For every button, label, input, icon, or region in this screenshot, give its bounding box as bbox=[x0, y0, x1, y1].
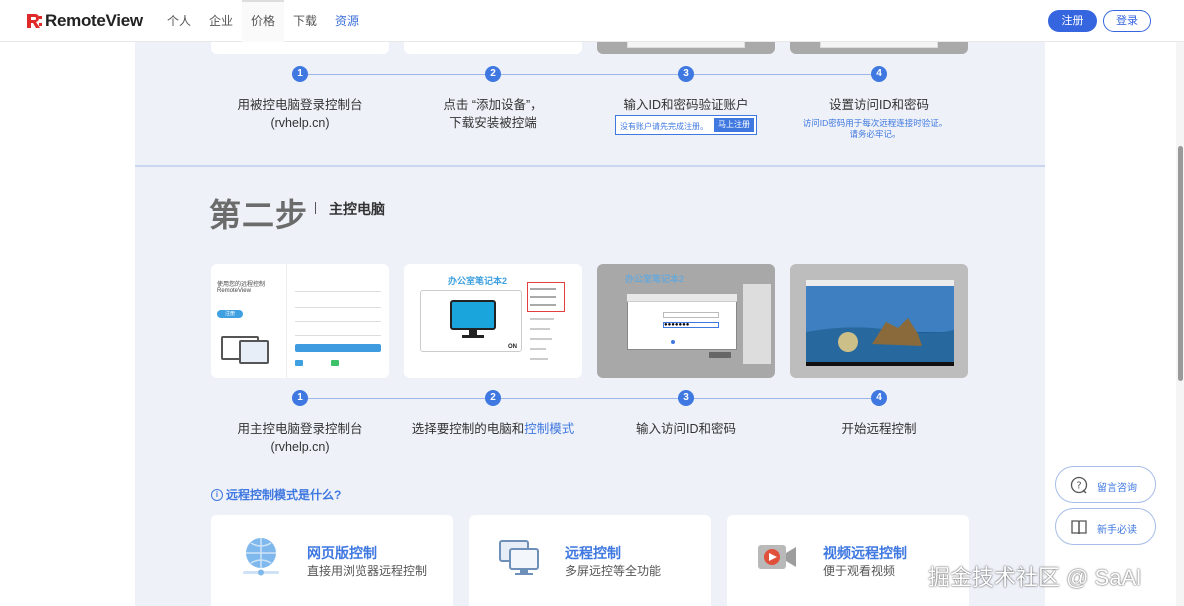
step1-num-3: 3 bbox=[678, 66, 694, 82]
multi-monitor-icon bbox=[499, 540, 539, 575]
mode-title-video: 视频远程控制 bbox=[823, 545, 907, 561]
register-button[interactable]: 注册 bbox=[1048, 10, 1097, 32]
consult-button[interactable]: ? 留言咨询 bbox=[1055, 466, 1156, 503]
nav-link-personal[interactable]: 个人 bbox=[158, 0, 200, 42]
remoteview-logo-icon bbox=[27, 14, 42, 28]
step1-num-1: 1 bbox=[292, 66, 308, 82]
step2-num-3: 3 bbox=[678, 390, 694, 406]
login-button[interactable]: 登录 bbox=[1103, 10, 1151, 32]
step1-num-2: 2 bbox=[485, 66, 501, 82]
step1-label-1: 用被控电脑登录控制台 (rvhelp.cn) bbox=[237, 98, 363, 130]
web-globe-icon bbox=[243, 538, 279, 576]
mode-desc-remote: 多屏远控等全功能 bbox=[565, 564, 662, 578]
register-hint-box: 没有账户请先完成注册。 马上注册 bbox=[615, 115, 757, 135]
control-mode-link[interactable]: 控制模式 bbox=[524, 422, 574, 436]
logo[interactable]: RemoteView bbox=[26, 11, 143, 31]
nav-link-enterprise[interactable]: 企业 bbox=[200, 0, 242, 42]
guide-button[interactable]: 新手必读 bbox=[1055, 508, 1156, 545]
screenshot-password: 办公室笔记本2 ●●●●●●● bbox=[597, 264, 775, 378]
screenshot-device: 办公室笔记本2 ON bbox=[404, 264, 582, 378]
register-now-button[interactable]: 马上注册 bbox=[714, 118, 754, 132]
step2-label-1: 用主控电脑登录控制台 (rvhelp.cn) bbox=[237, 422, 363, 454]
info-icon: i bbox=[211, 488, 223, 501]
step-track-2 bbox=[300, 398, 880, 399]
question-chat-icon: ? bbox=[1070, 476, 1088, 494]
top-nav: RemoteView 个人 企业 价格 下载 资源 注册 登录 bbox=[0, 0, 1184, 42]
step2-label-4: 开始远程控制 bbox=[841, 422, 917, 436]
password-hint-text: 访问ID密码用于每次远程连接时验证。 请务必牢记。 bbox=[802, 118, 948, 139]
step2-num-2: 2 bbox=[485, 390, 501, 406]
logo-text: RemoteView bbox=[45, 11, 143, 30]
step1-label-4: 设置访问ID和密码 bbox=[828, 98, 929, 112]
step-track-1 bbox=[300, 74, 880, 75]
watermark: 掘金技术社区 @ SaAl bbox=[928, 565, 1142, 590]
nav-link-resources[interactable]: 资源 bbox=[326, 0, 368, 42]
section2-title: 第二步 bbox=[209, 197, 309, 233]
mode-card-remote[interactable]: 远程控制 多屏远控等全功能 bbox=[469, 515, 711, 606]
step1-label-2: 点击 “添加设备”， 下载安装被控端 bbox=[443, 98, 543, 130]
register-hint-text: 没有账户请先完成注册。 bbox=[620, 122, 708, 131]
monitor-icon bbox=[450, 300, 496, 338]
nav-link-price[interactable]: 价格 bbox=[242, 0, 284, 42]
mode-desc-video: 便于观看视频 bbox=[823, 564, 896, 578]
video-camera-icon bbox=[758, 545, 796, 569]
step1-image-4 bbox=[790, 42, 968, 54]
remote-mode-heading[interactable]: i 远程控制模式是什么? bbox=[211, 486, 341, 503]
step2-num-1: 1 bbox=[292, 390, 308, 406]
mode-title-remote: 远程控制 bbox=[565, 545, 621, 561]
svg-text:?: ? bbox=[1076, 481, 1081, 492]
step1-label-3: 输入ID和密码验证账户 bbox=[623, 98, 749, 112]
mode-desc-web: 直接用浏览器远程控制 bbox=[307, 564, 428, 578]
step2-label-3: 输入访问ID和密码 bbox=[635, 422, 736, 436]
step1-image-3 bbox=[597, 42, 775, 54]
main-content: 1 2 3 4 用被控电脑登录控制台 (rvhelp.cn) 点击 “添加设备”，… bbox=[135, 42, 1045, 606]
scrollbar-thumb[interactable] bbox=[1178, 146, 1183, 381]
nav-links: 个人 企业 价格 下载 资源 bbox=[158, 0, 368, 42]
book-icon bbox=[1071, 520, 1087, 535]
section-divider bbox=[135, 165, 1045, 167]
step1-image-1 bbox=[211, 42, 389, 54]
step2-label-2: 选择要控制的电脑和控制模式 bbox=[411, 422, 575, 436]
step2-num-4: 4 bbox=[871, 390, 887, 406]
section2-subtitle: 主控电脑 bbox=[329, 201, 385, 217]
nav-link-download[interactable]: 下载 bbox=[284, 0, 326, 42]
mode-card-web[interactable]: 网页版控制 直接用浏览器远程控制 bbox=[211, 515, 453, 606]
mode-title-web: 网页版控制 bbox=[307, 545, 377, 561]
screenshot-login: 使用您的远程控制 RemoteView 注册 bbox=[211, 264, 389, 378]
step1-image-2 bbox=[404, 42, 582, 54]
step1-num-4: 4 bbox=[871, 66, 887, 82]
screenshot-desktop bbox=[790, 264, 968, 378]
title-separator bbox=[315, 202, 316, 214]
desktop-wallpaper bbox=[806, 280, 954, 366]
